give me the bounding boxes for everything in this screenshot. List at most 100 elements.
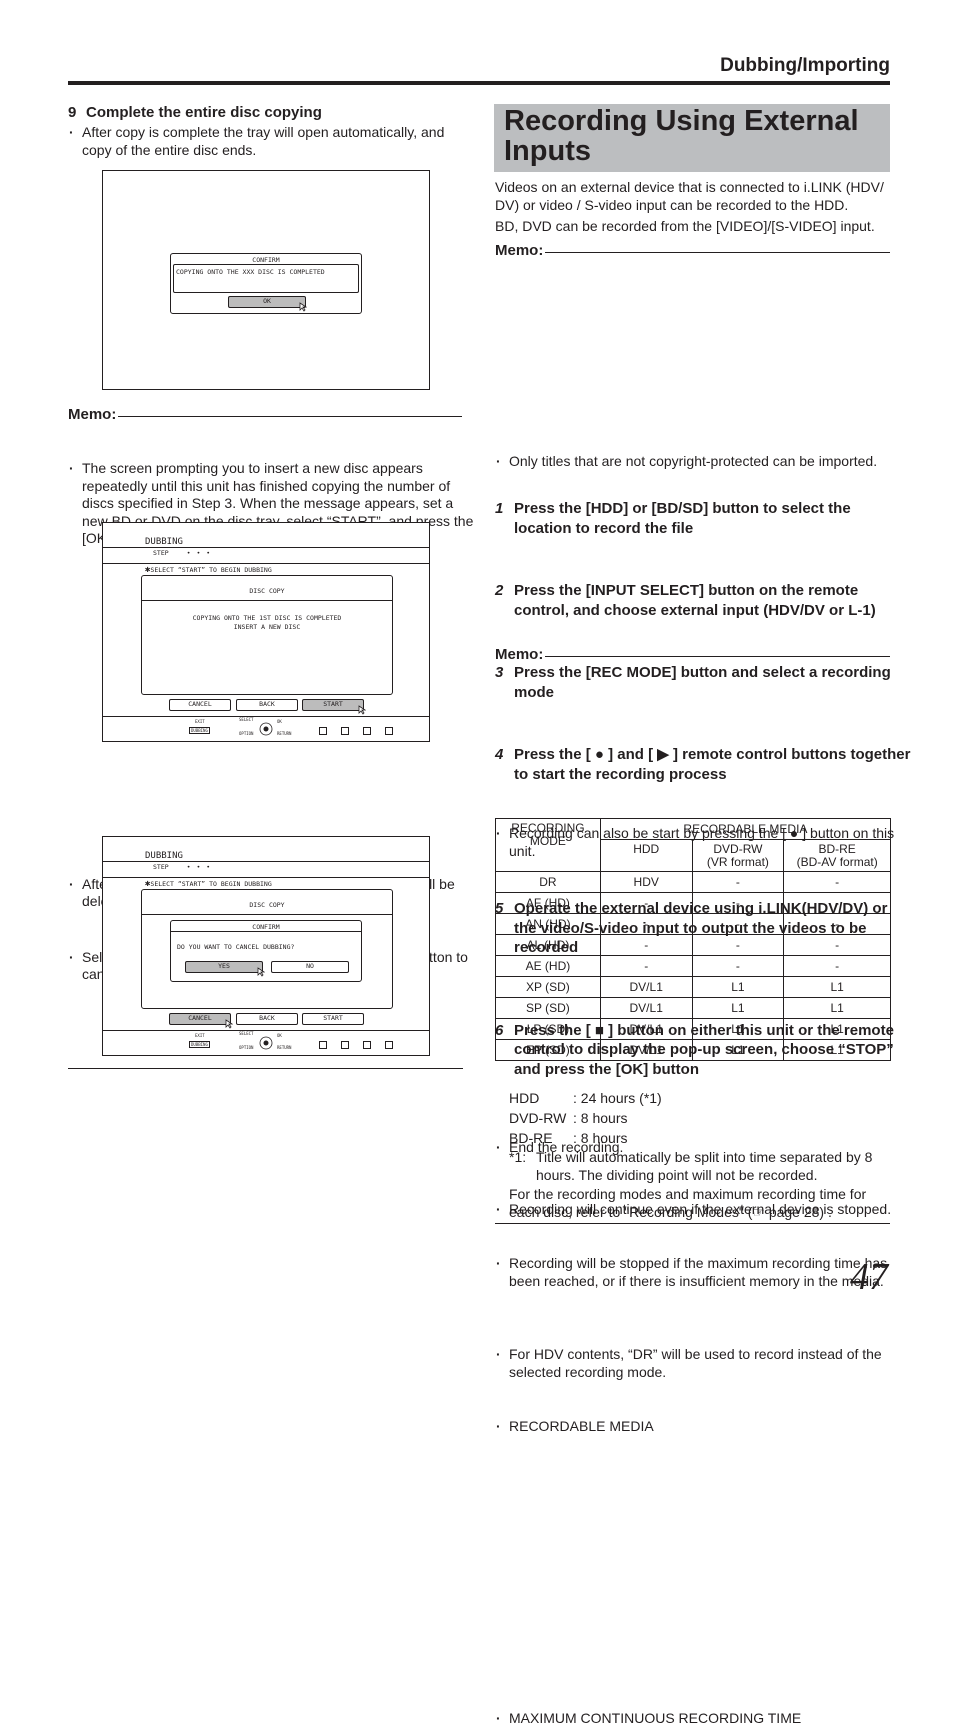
ok-label: OK <box>277 719 282 724</box>
color-key-square <box>385 727 393 735</box>
footnote-mark: *1: <box>509 1149 526 1167</box>
color-key-square <box>319 727 327 735</box>
right-column-end-rule <box>495 1223 890 1224</box>
divider <box>171 931 361 932</box>
cancel-button[interactable]: CANCEL <box>169 699 231 711</box>
step-1: 1 Press the [HDD] or [BD/SD] button to se… <box>495 499 912 538</box>
step-9-bullet: After copy is complete the tray will ope… <box>68 124 474 159</box>
step-4: 4Press the [ ● ] and [ ▶ ] remote contro… <box>495 745 912 784</box>
disc-copy-panel: DISC COPY CONFIRM DO YOU WANT TO CANCEL … <box>141 889 393 1009</box>
table-row: EP (SD)DV/L1L1L1 <box>496 1040 891 1061</box>
left-column-end-rule <box>68 1068 463 1069</box>
step-label: STEP <box>153 549 169 557</box>
cell-bd: - <box>784 935 891 956</box>
start-button[interactable]: START <box>302 1013 364 1025</box>
cell-hdd: DV/L1 <box>600 998 692 1019</box>
divider <box>103 877 429 878</box>
cell-hdd: HDV <box>600 872 692 893</box>
return-label: RETURN <box>277 731 291 736</box>
message-line-2: INSERT A NEW DISC <box>142 623 392 631</box>
step-label: STEP <box>153 863 169 871</box>
message-text: COPYING ONTO THE XXX DISC IS COMPLETED <box>176 268 325 276</box>
divider <box>103 563 429 564</box>
step-dots: • • • <box>187 549 212 557</box>
ok-button[interactable]: OK <box>228 296 306 308</box>
cell-mode: XP (SD) <box>496 977 601 998</box>
screen-cancel-confirm: DUBBING STEP• • • ✱SELECT “START” TO BEG… <box>102 836 430 1056</box>
step-text: Press the [HDD] or [BD/SD] button to sel… <box>514 500 851 537</box>
panel-title: DISC COPY <box>142 587 392 595</box>
cell-mode: AF (HD) <box>496 893 601 914</box>
confirm-dialog: CONFIRM COPYING ONTO THE XXX DISC IS COM… <box>170 253 362 314</box>
cell-hdd: - <box>600 935 692 956</box>
yes-button[interactable]: YES <box>185 961 263 973</box>
max-time-row: HDD: 24 hours (*1) <box>509 1089 662 1107</box>
memo-bullet: Recording will be stopped if the maximum… <box>495 1255 907 1290</box>
table-row: AF (HD)--- <box>496 893 891 914</box>
header-rule <box>68 81 890 85</box>
memo-label: Memo: <box>68 406 116 423</box>
hint-label: SELECT “START” TO BEGIN DUBBING <box>150 880 271 888</box>
header-recordable-media: RECORDABLE MEDIA <box>600 819 890 840</box>
divider <box>142 914 392 915</box>
header-line: HDD <box>601 843 692 856</box>
remote-dpad-icon <box>259 722 273 736</box>
step-dots: • • • <box>187 863 212 871</box>
cell-dvd: - <box>692 935 784 956</box>
cell-dvd: - <box>692 914 784 935</box>
back-button[interactable]: BACK <box>236 699 298 711</box>
no-button[interactable]: NO <box>271 961 349 973</box>
cell-dvd: - <box>692 893 784 914</box>
divider <box>103 1030 429 1031</box>
title-line-1: Recording Using External <box>504 106 880 136</box>
start-button[interactable]: START <box>302 699 364 711</box>
media-time: : 24 hours (*1) <box>573 1090 662 1106</box>
footnote: *1: Title will automatically be split in… <box>509 1149 893 1184</box>
color-key-square <box>319 1041 327 1049</box>
cell-bd: L1 <box>784 977 891 998</box>
header-bd-re: BD-RE(BD-AV format) <box>784 840 891 872</box>
title-line-2: Inputs <box>504 136 880 166</box>
step-9-heading: 9Complete the entire disc copying <box>68 104 322 121</box>
select-label: SELECT <box>239 717 253 722</box>
intro-text-2: BD, DVD can be recorded from the [VIDEO]… <box>495 217 893 235</box>
footnote-text: Title will automatically be split into t… <box>509 1149 893 1184</box>
media-time: : 8 hours <box>573 1130 627 1146</box>
cell-hdd: DV/L1 <box>600 1040 692 1061</box>
memo-rule <box>118 416 462 417</box>
cell-bd: - <box>784 956 891 977</box>
cell-hdd: DV/L1 <box>600 977 692 998</box>
hint-label: SELECT “START” TO BEGIN DUBBING <box>150 566 271 574</box>
cancel-button[interactable]: CANCEL <box>169 1013 231 1025</box>
back-button[interactable]: BACK <box>236 1013 298 1025</box>
page-reference[interactable]: For the recording modes and maximum reco… <box>509 1186 893 1221</box>
memo-bullet: RECORDABLE MEDIA <box>495 1418 899 1436</box>
table-row: SP (SD)DV/L1L1L1 <box>496 998 891 1019</box>
dialog-title: CONFIRM <box>171 256 361 264</box>
cell-dvd: L1 <box>692 1019 784 1040</box>
remote-dpad-icon <box>259 1036 273 1050</box>
screen-title: DUBBING <box>145 851 183 861</box>
divider <box>103 861 429 862</box>
header-hdd: HDD <box>600 840 692 872</box>
max-time-row: BD-RE: 8 hours <box>509 1129 627 1147</box>
table-header-row: RECORDING MODE RECORDABLE MEDIA <box>496 819 891 840</box>
page-title: Recording Using External Inputs <box>494 104 890 172</box>
max-time-row: DVD-RW: 8 hours <box>509 1109 627 1127</box>
confirm-message: DO YOU WANT TO CANCEL DUBBING? <box>177 943 294 951</box>
cell-mode: EP (SD) <box>496 1040 601 1061</box>
return-label: RETURN <box>277 1045 291 1050</box>
dialog-title: CONFIRM <box>171 923 361 931</box>
divider <box>142 600 392 601</box>
step-text: Press the [REC MODE] button and select a… <box>514 664 891 701</box>
step-number: 1 <box>495 499 503 519</box>
message-box: COPYING ONTO THE XXX DISC IS COMPLETED <box>173 264 359 293</box>
exit-label: EXIT <box>195 719 205 724</box>
step-number: 9 <box>68 104 86 121</box>
header-dvd-rw: DVD-RW(VR format) <box>692 840 784 872</box>
page-number: 47 <box>850 1255 888 1299</box>
cell-dvd: - <box>692 956 784 977</box>
hint-text: ✱SELECT “START” TO BEGIN DUBBING <box>145 566 272 574</box>
pointer-cursor-icon <box>257 967 265 977</box>
cell-dvd: L1 <box>692 977 784 998</box>
